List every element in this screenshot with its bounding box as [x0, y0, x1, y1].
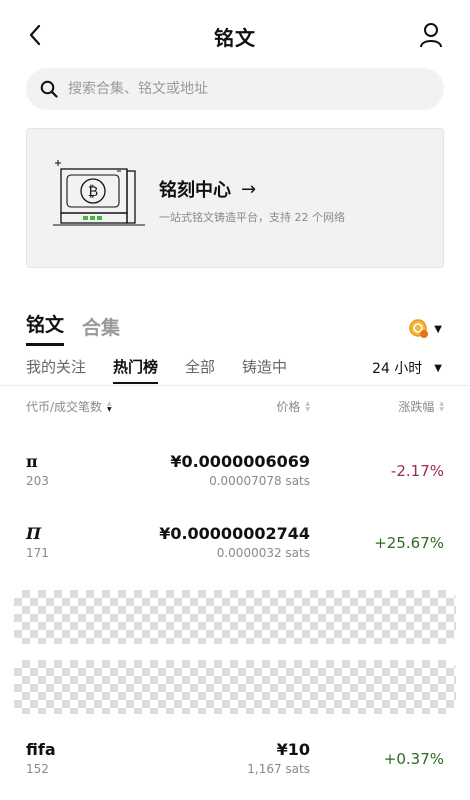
search-bar[interactable] — [26, 68, 444, 110]
search-icon — [40, 80, 58, 98]
banner-subtitle: 一站式铭文铸造平台，支持 22 个网络 — [159, 211, 345, 224]
sort-icon: ▲ ▼ — [439, 399, 444, 413]
caret-down-icon: ▼ — [434, 323, 442, 335]
bitcoin-box-icon: ₿ — [53, 160, 145, 226]
token-price: ¥10 — [276, 740, 310, 759]
tab-collections[interactable]: 合集 — [82, 313, 120, 346]
sort-icon: ▲ ▼ — [305, 399, 310, 413]
price-change: +0.37% — [383, 750, 444, 768]
price-column-label: 价格 — [276, 400, 301, 414]
network-filter-button[interactable]: ▼ — [408, 318, 442, 340]
coin-icon — [409, 319, 429, 338]
page-title: 铭文 — [214, 26, 256, 50]
subtab-minting[interactable]: 铸造中 — [242, 356, 287, 384]
token-name: Π — [26, 524, 42, 543]
token-price: ¥0.0000006069 — [170, 452, 310, 471]
table-row[interactable]: Π 171 ¥0.00000002744 0.0000032 sats +25.… — [26, 524, 444, 580]
table-row[interactable]: fifa 152 ¥10 1,167 sats +0.37% — [26, 740, 444, 796]
token-sats: 0.00007078 sats — [209, 474, 310, 488]
banner-title-text: 铭刻中心 — [159, 180, 231, 201]
column-headers: 代币/成交笔数 ▲ ▼ 价格 ▲ ▼ 涨跌幅 ▲ ▼ — [26, 398, 444, 418]
redacted-row — [14, 660, 456, 714]
token-name: fifa — [26, 740, 56, 759]
token-column-label: 代币/成交笔数 — [26, 400, 103, 414]
trade-count: 203 — [26, 474, 49, 488]
main-tabs: 铭文 合集 — [26, 310, 138, 346]
profile-button[interactable] — [416, 20, 446, 50]
sort-token-header[interactable]: 代币/成交笔数 ▲ ▼ — [26, 398, 112, 415]
sub-tabs: 我的关注 热门榜 全部 铸造中 — [26, 356, 314, 386]
price-change: +25.67% — [374, 534, 444, 552]
subtab-all[interactable]: 全部 — [185, 356, 215, 384]
subtab-hot[interactable]: 热门榜 — [113, 356, 159, 384]
svg-text:₿: ₿ — [88, 184, 98, 200]
banner-title: 铭刻中心 → — [159, 176, 256, 202]
sort-change-header[interactable]: 涨跌幅 ▲ ▼ — [398, 398, 444, 415]
caret-down-icon: ▼ — [434, 362, 442, 374]
token-name: π — [26, 452, 38, 471]
inscribe-center-banner[interactable]: ₿ 铭刻中心 → 一站式铭文铸造平台，支持 22 个网络 — [26, 128, 444, 268]
token-price: ¥0.00000002744 — [159, 524, 310, 543]
search-input[interactable] — [68, 81, 408, 97]
header: 铭文 — [0, 0, 470, 68]
tab-inscriptions[interactable]: 铭文 — [26, 310, 65, 346]
table-row[interactable]: π 203 ¥0.0000006069 0.00007078 sats -2.1… — [26, 452, 444, 508]
sort-icon: ▲ ▼ — [107, 399, 112, 413]
subtab-following[interactable]: 我的关注 — [26, 356, 86, 384]
sort-price-header[interactable]: 价格 ▲ ▼ — [276, 398, 310, 415]
redacted-row — [14, 590, 456, 644]
change-column-label: 涨跌幅 — [398, 400, 435, 414]
trade-count: 171 — [26, 546, 49, 560]
user-icon — [420, 23, 442, 48]
price-change: -2.17% — [390, 462, 444, 480]
time-range-select[interactable]: 24 小时 ▼ — [372, 358, 442, 378]
token-sats: 0.0000032 sats — [216, 546, 310, 560]
time-range-value: 24 小时 — [372, 361, 423, 377]
trade-count: 152 — [26, 762, 49, 776]
arrow-right-icon: → — [241, 178, 257, 200]
token-sats: 1,167 sats — [247, 762, 310, 776]
divider — [0, 385, 470, 386]
